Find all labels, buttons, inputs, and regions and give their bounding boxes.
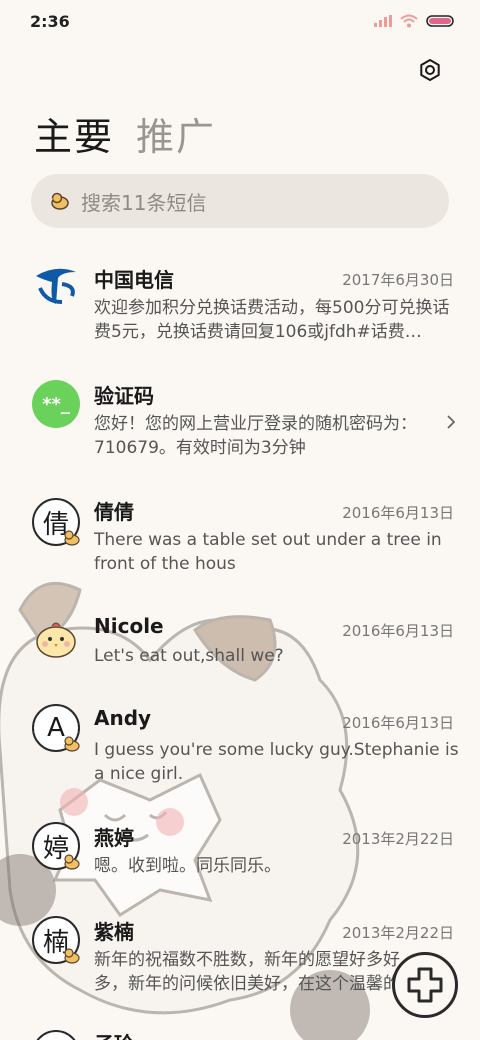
list-item[interactable]: **_ 验证码 您好！您的网上营业厅登录的随机密码为：710679。有效时间为3…: [0, 366, 480, 476]
message-date: 2016年6月13日: [342, 622, 454, 640]
message-date: 2016年6月13日: [342, 714, 454, 732]
gear-icon: [420, 59, 440, 81]
chick-avatar: [32, 614, 80, 662]
tab-bar: 主要 推广: [34, 106, 216, 161]
duck-search-icon: [51, 192, 69, 210]
tab-primary[interactable]: 主要: [34, 106, 114, 161]
signal-icon: [374, 15, 392, 27]
list-item[interactable]: 婷 燕婷 2013年2月22日 嗯。收到啦。同乐同乐。: [0, 816, 480, 906]
contact-name: 验证码: [94, 384, 154, 408]
search-placeholder: 搜索11条短信: [81, 190, 207, 215]
message-date: 2016年6月13日: [342, 504, 454, 522]
verify-code-avatar: **_: [32, 380, 80, 428]
message-preview: 嗯。收到啦。同乐同乐。: [94, 856, 281, 876]
letter-avatar: 婷: [32, 822, 80, 870]
battery-icon: [426, 15, 454, 27]
list-item[interactable]: 中国电信 2017年6月30日 欢迎参加积分兑换话费活动，每500分可兑换话费5…: [0, 248, 480, 358]
chevron-right-icon[interactable]: [446, 414, 456, 430]
list-item[interactable]: 子玲: [0, 1026, 480, 1040]
contact-name: 燕婷: [94, 826, 134, 850]
search-input[interactable]: 搜索11条短信: [31, 174, 449, 228]
message-preview: Let's eat out,shall we?: [94, 646, 284, 666]
message-date: 2013年2月22日: [342, 830, 454, 848]
message-preview: I guess you're some lucky guy.Stephanie …: [94, 740, 459, 784]
wifi-icon: [400, 14, 418, 28]
duck-badge-icon: [64, 854, 80, 870]
letter-avatar: 楠: [32, 916, 80, 964]
letter-avatar: A: [32, 704, 80, 752]
duck-badge-icon: [64, 530, 80, 546]
plus-icon: [407, 967, 443, 1003]
telecom-logo-icon: [36, 268, 76, 304]
contact-name: Andy: [94, 706, 152, 730]
contact-name: Nicole: [94, 614, 164, 638]
avatar-text: **_: [42, 393, 70, 415]
contact-name: 中国电信: [94, 268, 174, 292]
status-icons: [374, 14, 454, 28]
message-preview: There was a table set out under a tree i…: [94, 530, 442, 574]
tab-promotions[interactable]: 推广: [136, 106, 216, 161]
list-item[interactable]: A Andy 2016年6月13日 I guess you're some lu…: [0, 700, 480, 806]
status-bar: 2:36: [0, 0, 480, 42]
contact-name: 子玲: [94, 1028, 134, 1040]
message-date: 2013年2月22日: [342, 924, 454, 942]
new-message-button[interactable]: [392, 952, 458, 1018]
list-item[interactable]: 倩 倩倩 2016年6月13日 There was a table set ou…: [0, 488, 480, 594]
chick-icon: [36, 622, 76, 658]
letter-avatar: 倩: [32, 498, 80, 546]
status-time: 2:36: [30, 11, 70, 31]
message-date: 2017年6月30日: [342, 271, 454, 289]
message-preview: 欢迎参加积分兑换话费活动，每500分可兑换话费5元，兑换话费请回复106或jfd…: [94, 298, 450, 342]
telecom-logo-avatar: [32, 262, 80, 310]
settings-button[interactable]: [414, 54, 446, 86]
duck-badge-icon: [64, 736, 80, 752]
message-preview: 您好！您的网上营业厅登录的随机密码为：710679。有效时间为3分钟: [94, 414, 417, 458]
letter-avatar: [32, 1030, 80, 1040]
contact-name: 紫楠: [94, 920, 134, 944]
duck-badge-icon: [64, 948, 80, 964]
message-preview: 新年的祝福数不胜数，新年的愿望好多好多，新年的问候依旧美好，在这个温馨的时…: [94, 950, 400, 994]
contact-name: 倩倩: [94, 500, 134, 524]
list-item[interactable]: Nicole 2016年6月13日 Let's eat out,shall we…: [0, 604, 480, 696]
